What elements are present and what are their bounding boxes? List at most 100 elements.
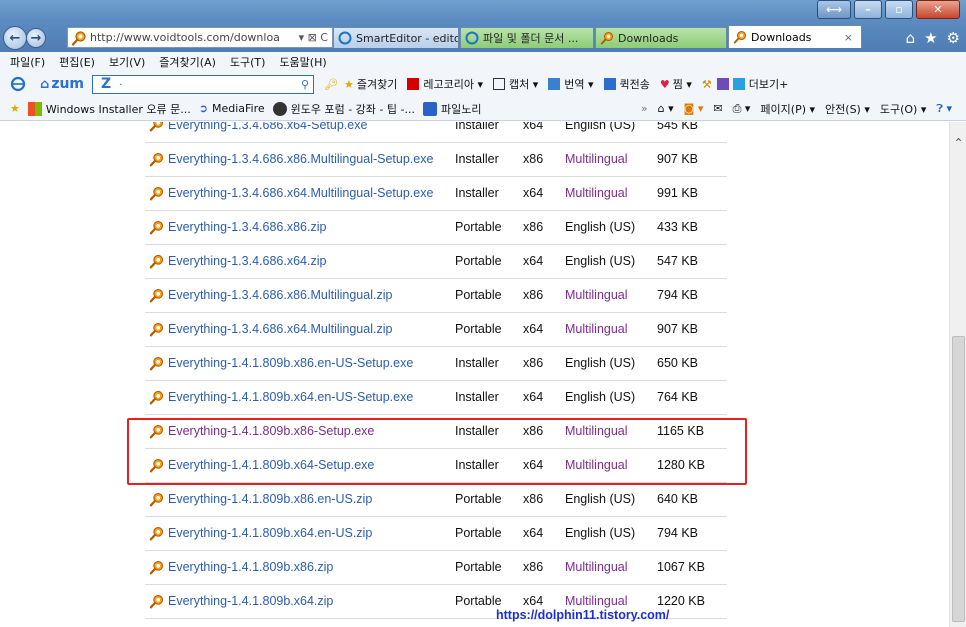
house-icon: ⌂: [40, 76, 50, 92]
star-icon[interactable]: ★: [924, 29, 937, 47]
file-size: 907 KB: [657, 142, 727, 177]
ie-icon: [338, 31, 352, 45]
back-button[interactable]: ←: [3, 26, 27, 50]
menu-favorites[interactable]: 즐겨찾기(A): [159, 54, 216, 70]
download-link[interactable]: Everything-1.4.1.809b.x64.zip: [168, 594, 333, 608]
overflow-chevron-icon[interactable]: »: [641, 102, 648, 115]
toolbar-translate[interactable]: 번역 ▾: [548, 76, 594, 92]
tab-smarteditor[interactable]: SmartEditor - editor: [333, 27, 459, 48]
magnifier-icon: [149, 220, 164, 234]
file-type: Installer: [455, 176, 523, 211]
print-icon[interactable]: ⎙ ▾: [733, 102, 751, 116]
scrollbar-thumb[interactable]: [952, 336, 965, 622]
tab-downloads[interactable]: Downloads: [595, 27, 727, 48]
cmd-safety[interactable]: 안전(S) ▾: [825, 101, 870, 117]
toolbar-item-label: 캡처 ▾: [508, 78, 539, 91]
file-name-cell: Everything-1.4.1.809b.x64.en-US.zip: [145, 516, 455, 551]
file-name-cell: Everything-1.4.1.809b.x86.en-US-Setup.ex…: [145, 346, 455, 381]
cmd-tools[interactable]: 도구(O) ▾: [880, 101, 927, 117]
forward-button[interactable]: →: [26, 28, 46, 48]
fav-windows-installer[interactable]: Windows Installer 오류 문...: [27, 101, 191, 117]
download-link[interactable]: Everything-1.4.1.809b.x86.en-US-Setup.ex…: [168, 356, 413, 370]
close-window-button[interactable]: ✕: [916, 0, 960, 19]
tab-downloads-active[interactable]: Downloads ×: [728, 25, 862, 48]
fav-windows-forum[interactable]: 윈도우 포럼 - 강좌 - 팁 -...: [272, 101, 415, 117]
resize-arrows-icon: ⟷: [826, 3, 842, 16]
toolbar-capture[interactable]: 캡처 ▾: [492, 76, 539, 92]
menu-file[interactable]: 파일(F): [10, 54, 45, 70]
home-icon[interactable]: ⌂: [906, 29, 916, 47]
ie-icon: [465, 31, 479, 45]
file-arch: x64: [523, 244, 565, 279]
download-link[interactable]: Everything-1.3.4.686.x86.zip: [168, 220, 326, 234]
back-arrow-icon: ←: [9, 30, 21, 46]
zum-search-input[interactable]: Z · ⚲: [92, 74, 315, 94]
download-link[interactable]: Everything-1.4.1.809b.x64.en-US-Setup.ex…: [168, 390, 413, 404]
download-link[interactable]: Everything-1.3.4.686.x86.Multilingual.zi…: [168, 288, 392, 302]
file-type: Portable: [455, 482, 523, 517]
tab-label: 파일 및 폴더 문서 ...: [483, 32, 579, 45]
broom-icon: ⚒: [701, 77, 712, 91]
home-icon[interactable]: ⌂ ▾: [658, 102, 674, 115]
tab-label: Downloads: [751, 30, 812, 44]
cmd-page[interactable]: 페이지(P) ▾: [760, 101, 815, 117]
download-link[interactable]: Everything-1.4.1.809b.x64.en-US.zip: [168, 526, 372, 540]
file-type: Installer: [455, 142, 523, 177]
search-icon[interactable]: ⚲: [301, 78, 309, 91]
menu-edit[interactable]: 편집(E): [59, 54, 95, 70]
fav-mediafire[interactable]: ➲ MediaFire: [199, 102, 265, 115]
file-language: English (US): [565, 516, 657, 551]
download-link[interactable]: Everything-1.3.4.686.x64-Setup.exe: [168, 122, 367, 132]
menu-tools[interactable]: 도구(T): [230, 54, 266, 70]
e-icon: [732, 78, 745, 90]
address-bar[interactable]: http://www.voidtools.com/downloa ▾ ⊠ C: [67, 27, 333, 48]
address-tools[interactable]: ▾ ⊠ C: [299, 31, 332, 44]
address-url[interactable]: http://www.voidtools.com/downloa: [90, 31, 299, 44]
vertical-scrollbar[interactable]: ⌃: [949, 122, 966, 627]
download-link[interactable]: Everything-1.4.1.809b.x86.zip: [168, 560, 333, 574]
download-link[interactable]: Everything-1.3.4.686.x64.Multilingual-Se…: [168, 186, 433, 200]
magnifier-icon: [149, 356, 164, 370]
menu-help[interactable]: 도움말(H): [279, 54, 326, 70]
restore-down-button[interactable]: ⟷: [817, 0, 851, 19]
tab-file-folder-docs[interactable]: 파일 및 폴더 문서 ...: [460, 27, 594, 48]
toolbar-lego[interactable]: 레고코리아 ▾: [407, 76, 483, 92]
tab-close-icon[interactable]: ×: [844, 31, 853, 44]
maximize-icon: ▫: [895, 3, 903, 16]
windows-icon: [27, 101, 42, 116]
rss-icon[interactable]: ◙ ▾: [684, 102, 704, 115]
toolbar-extras[interactable]: ⚒ 더보기+: [702, 76, 788, 92]
file-name-cell: Everything-1.4.1.809b.x64.zip: [145, 584, 455, 619]
menu-view[interactable]: 보기(V): [109, 54, 145, 70]
help-icon[interactable]: ❓︎ ▾: [936, 102, 952, 116]
toolbar-item-label: 퀵전송: [619, 78, 650, 91]
toolbar-quicksend[interactable]: 퀵전송: [603, 76, 650, 92]
table-row: Everything-1.4.1.809b.x86.en-US-Setup.ex…: [145, 346, 727, 381]
dot-icon: ·: [119, 77, 123, 91]
gear-icon[interactable]: ⚙: [947, 29, 960, 47]
download-link[interactable]: Everything-1.3.4.686.x86.Multilingual-Se…: [168, 152, 433, 166]
magnifier-icon: [149, 492, 164, 506]
download-link[interactable]: Everything-1.3.4.686.x64.Multilingual.zi…: [168, 322, 392, 336]
fav-filenori[interactable]: 파일노리: [422, 101, 481, 117]
ie-dropdown-icon[interactable]: [10, 76, 26, 92]
zum-logo[interactable]: ⌂ zum: [40, 76, 84, 92]
translate-icon: [548, 78, 561, 90]
minimize-button[interactable]: –: [854, 0, 882, 19]
favorites-star-icon[interactable]: ★: [10, 102, 20, 115]
toolbar-jjim[interactable]: ♥ 찜 ▾: [660, 76, 692, 92]
file-type: Portable: [455, 278, 523, 313]
toolbar-favorites[interactable]: 🔑︎ ★ 즐겨찾기: [324, 76, 397, 92]
table-row: Everything-1.3.4.686.x64.Multilingual.zi…: [145, 312, 727, 347]
file-size: 545 KB: [657, 122, 727, 143]
maximize-button[interactable]: ▫: [885, 0, 913, 19]
download-link[interactable]: Everything-1.4.1.809b.x86.en-US.zip: [168, 492, 372, 506]
mail-icon[interactable]: ✉: [713, 102, 722, 115]
forward-arrow-icon: →: [30, 30, 42, 46]
download-link[interactable]: Everything-1.3.4.686.x64.zip: [168, 254, 326, 268]
file-type: Installer: [455, 346, 523, 381]
table-row: Everything-1.3.4.686.x64.zip Portable x64 E…: [145, 244, 727, 279]
scroll-up-icon[interactable]: ⌃: [950, 136, 966, 150]
zum-logo-text: zum: [51, 76, 85, 92]
file-arch: x86: [523, 346, 565, 381]
